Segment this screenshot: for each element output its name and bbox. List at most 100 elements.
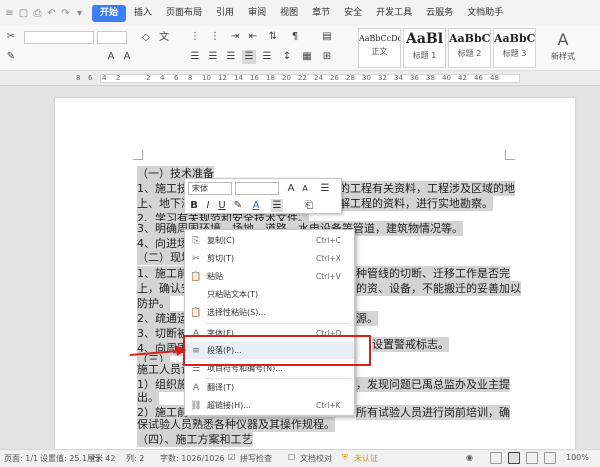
tab-doc-assistant[interactable]: 文档助手 <box>461 5 509 22</box>
shrink-font-icon[interactable]: A <box>299 182 311 195</box>
style-heading-1[interactable]: AaBl 标题 1 <box>403 28 446 68</box>
font-size-box[interactable] <box>97 31 127 44</box>
outdent-icon[interactable]: ⇤ <box>246 30 260 44</box>
mini-font-name-box[interactable]: 宋体 <box>188 182 232 195</box>
tab-developer[interactable]: 开发工具 <box>370 5 418 22</box>
view-read-button[interactable] <box>490 452 502 464</box>
eye-icon[interactable]: ◉ <box>466 453 473 462</box>
redo-icon[interactable]: ↷ <box>60 8 71 19</box>
view-web-button[interactable] <box>544 452 556 464</box>
doc-line-fragment[interactable]: 所有试验人员进行岗前培训，确 <box>356 405 510 420</box>
align-right-icon[interactable]: ☰ <box>224 50 238 64</box>
doc-line[interactable]: 保试验人员熟悉各种仪器及其操作规程。 <box>137 417 335 432</box>
highlight-icon[interactable]: ✎ <box>232 199 244 212</box>
tab-review[interactable]: 审阅 <box>242 5 272 22</box>
tab-security[interactable]: 安全 <box>338 5 368 22</box>
print-icon[interactable]: ⎙ <box>32 8 43 19</box>
numbering-icon[interactable]: ⋮ <box>208 30 222 44</box>
doc-line-fragment[interactable]: 设置警戒标志。 <box>372 337 449 352</box>
border-icon[interactable]: ⊞ <box>320 50 334 64</box>
shrink-font-icon[interactable]: A <box>120 50 134 64</box>
align-center-icon[interactable]: ☰ <box>206 50 220 64</box>
ctx-hyperlink[interactable]: ⛓ 超链接(H)... Ctrl+K <box>185 397 354 414</box>
tab-references[interactable]: 引用 <box>210 5 240 22</box>
ruler[interactable]: 8 6 4 2 2 4 6 8 10 12 14 16 18 20 22 24 … <box>0 71 600 86</box>
doc-line-fragment[interactable]: 的资、设备，不能搬迁的妥善加以 <box>356 281 521 296</box>
ctx-paste-special[interactable]: 📋 选择性粘贴(S)... <box>185 304 354 321</box>
page-corner-mark <box>133 150 143 160</box>
justify-icon[interactable]: ☰ <box>242 50 256 64</box>
show-marks-icon[interactable]: ¶ <box>288 30 302 44</box>
doc-line[interactable]: 3、切断被 <box>137 326 188 341</box>
doc-line[interactable]: 2、疏通运 <box>137 311 188 326</box>
clear-format-icon[interactable]: ◇ <box>139 31 153 45</box>
doc-line-fragment[interactable]: 解工程的资料，进行实地勘察。 <box>339 196 493 211</box>
ctx-paste[interactable]: 📋 粘贴 Ctrl+V <box>185 268 354 285</box>
doc-line[interactable]: 1、施工前 <box>137 266 188 281</box>
style-name: 正文 <box>371 47 388 56</box>
doc-line[interactable]: 4、向进场 <box>137 236 188 251</box>
status-spell-check[interactable]: 拼写检查 <box>240 453 272 464</box>
menu-icon[interactable]: ≡ <box>4 8 15 19</box>
cut-icon[interactable]: ✂ <box>4 30 18 44</box>
undo-icon[interactable]: ↶ <box>46 8 57 19</box>
indent-icon[interactable]: ⇥ <box>228 30 242 44</box>
doc-line-fragment[interactable]: ，发现问题已禹总监办及业主提 <box>356 377 510 392</box>
italic-icon[interactable]: I <box>202 199 214 212</box>
font-color-icon[interactable]: A <box>250 199 262 212</box>
bullets-icon[interactable]: ⋮ <box>188 30 202 44</box>
tab-page-layout[interactable]: 页面布局 <box>160 5 208 22</box>
ctx-cut[interactable]: ✂ 剪切(T) Ctrl+X <box>185 250 354 267</box>
status-doc-check[interactable]: 文档校对 <box>300 453 332 464</box>
doc-check-icon[interactable]: ☐ <box>288 453 295 462</box>
list-icon[interactable]: ☰ <box>319 182 331 195</box>
tab-cloud[interactable]: 云服务 <box>420 5 459 22</box>
status-word-count[interactable]: 字数: 1026/1026 <box>160 453 225 464</box>
style-name: 标题 2 <box>457 49 482 58</box>
line-spacing-icon[interactable]: ↕ <box>280 50 294 64</box>
doc-line-fragment[interactable]: 种管线的切断、迁移工作是否完 <box>356 266 510 281</box>
doc-line[interactable]: （四）、施工方案和工艺 <box>137 432 253 447</box>
sort-icon[interactable]: ⇅ <box>266 30 280 44</box>
format-painter-icon[interactable]: ⎗ <box>303 199 315 212</box>
save-icon[interactable]: ▢ <box>18 8 29 19</box>
mini-font-size-box[interactable] <box>235 182 279 195</box>
style-normal[interactable]: AaBbCcDd 正文 <box>358 28 401 68</box>
tab-view[interactable]: 视图 <box>274 5 304 22</box>
status-zoom[interactable]: 100% <box>566 453 589 462</box>
phonetic-icon[interactable]: 文 <box>157 31 171 45</box>
bold-icon[interactable]: B <box>188 199 200 212</box>
table-icon[interactable]: ▤ <box>320 30 334 44</box>
font-name-box[interactable] <box>24 31 94 44</box>
tab-insert[interactable]: 插入 <box>128 5 158 22</box>
copy-icon: ⎘ <box>192 235 200 246</box>
ctx-translate[interactable]: A 翻译(T) <box>185 379 354 396</box>
paragraph-align-icon[interactable]: ☰ <box>271 199 283 212</box>
view-outline-button[interactable] <box>526 452 538 464</box>
doc-line-fragment[interactable]: 的工程有关资料，工程涉及区域的地 <box>339 181 515 196</box>
style-heading-2[interactable]: AaBbC 标题 2 <box>448 28 491 68</box>
tab-chapter[interactable]: 章节 <box>306 5 336 22</box>
doc-line[interactable]: 出。 <box>137 390 159 405</box>
tab-home[interactable]: 开始 <box>92 4 127 22</box>
grow-font-icon[interactable]: A <box>104 50 118 64</box>
underline-icon[interactable]: U <box>216 199 228 212</box>
ctx-separator <box>205 323 350 324</box>
format-painter-icon[interactable]: ✎ <box>4 50 18 64</box>
shading-icon[interactable]: ▦ <box>300 50 314 64</box>
spell-check-icon[interactable]: ☑ <box>228 453 235 462</box>
doc-line[interactable]: 防护。 <box>137 296 170 311</box>
style-heading-3[interactable]: AaBbC 标题 3 <box>493 28 536 68</box>
status-auth[interactable]: 未认证 <box>354 453 378 464</box>
doc-line-fragment[interactable]: 源。 <box>356 311 378 326</box>
view-page-button[interactable] <box>508 452 520 464</box>
status-page[interactable]: 页面: 1/1 <box>4 453 38 464</box>
doc-line[interactable]: 1、施工技 <box>137 181 188 196</box>
new-style-button[interactable]: A 新样式 <box>543 28 583 68</box>
distributed-icon[interactable]: ☰ <box>260 50 274 64</box>
ctx-copy[interactable]: ⎘ 复制(C) Ctrl+C <box>185 232 354 249</box>
dropdown-icon[interactable]: ▾ <box>74 8 85 19</box>
ctx-paste-text-only[interactable]: 只粘贴文本(T) <box>185 286 354 303</box>
align-left-icon[interactable]: ☰ <box>188 50 202 64</box>
grow-font-icon[interactable]: A <box>285 182 297 195</box>
